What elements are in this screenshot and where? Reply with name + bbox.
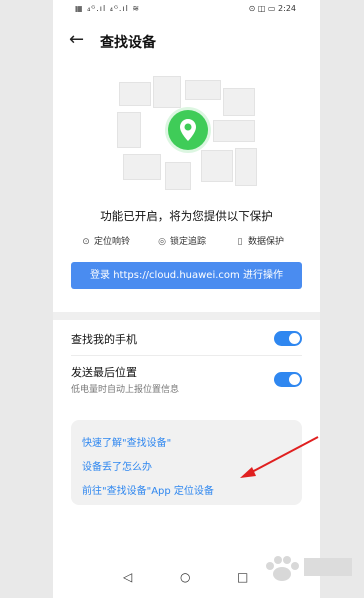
annotation-arrow-icon: [240, 436, 319, 478]
watermark-logo-icon: [266, 556, 352, 581]
